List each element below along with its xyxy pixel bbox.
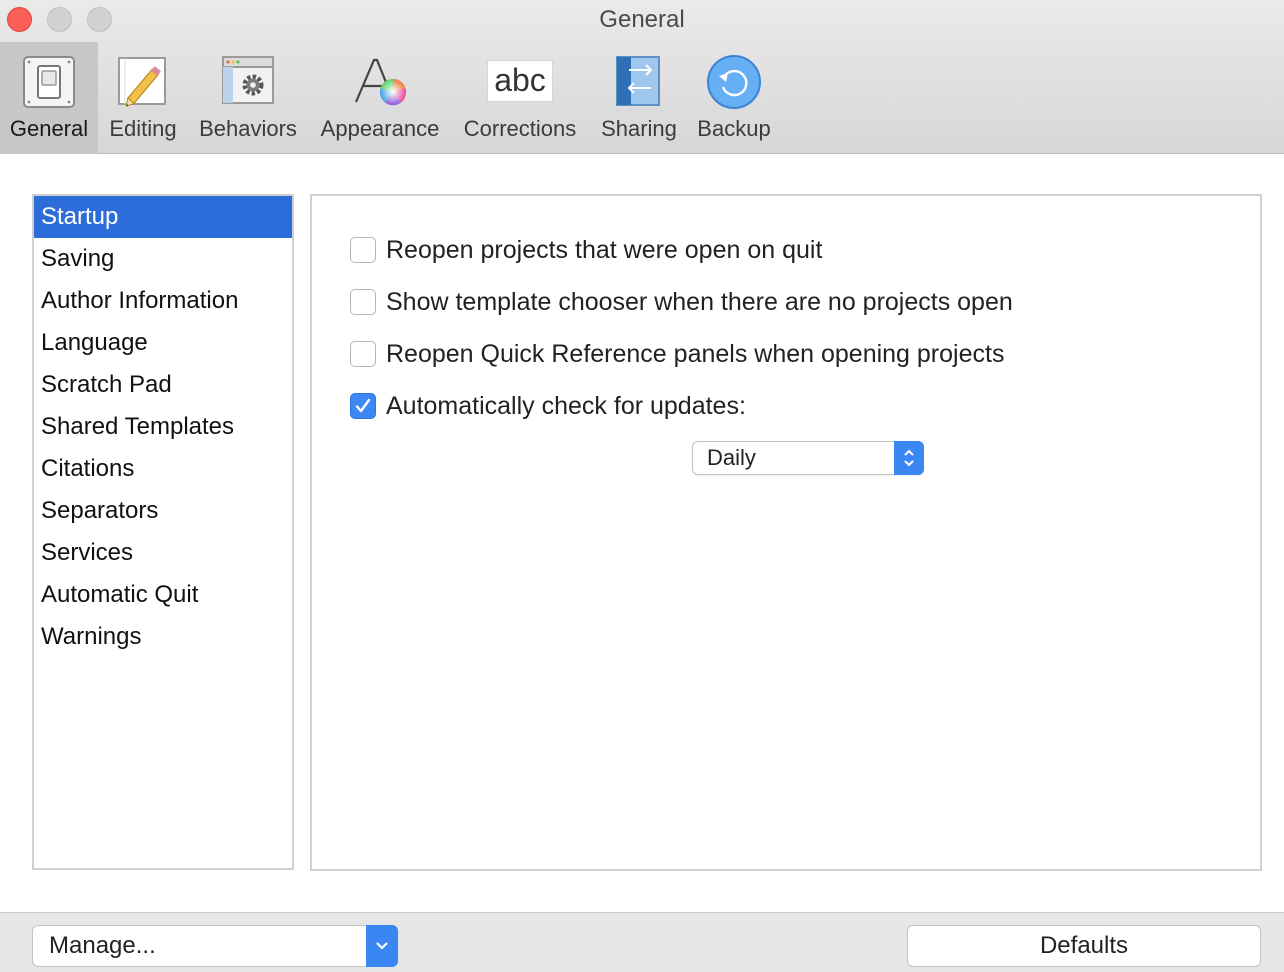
up-down-chevron-icon: [894, 441, 924, 475]
check-updates-checkbox[interactable]: [350, 393, 376, 419]
startup-panel: Reopen projects that were open on quit S…: [310, 194, 1262, 871]
show-template-chooser-label: Show template chooser when there are no …: [386, 287, 1013, 316]
checkmark-icon: [355, 398, 371, 413]
abc-icon: abc: [487, 60, 553, 102]
tab-corrections-label: Corrections: [463, 116, 577, 141]
manage-popup-button[interactable]: Manage...: [32, 925, 398, 967]
sidebar-item-citations[interactable]: Citations: [34, 448, 292, 490]
check-updates-label: Automatically check for updates:: [386, 391, 746, 420]
bottom-bar: Manage... Defaults: [0, 912, 1284, 972]
tab-sharing-label: Sharing: [601, 116, 677, 141]
option-reopen-projects[interactable]: Reopen projects that were open on quit: [350, 233, 822, 267]
tab-general[interactable]: General: [0, 42, 98, 154]
gear-window-icon: [222, 56, 274, 104]
reopen-quick-reference-checkbox[interactable]: [350, 341, 376, 367]
option-show-template-chooser[interactable]: Show template chooser when there are no …: [350, 285, 1013, 319]
tab-corrections[interactable]: abc Corrections: [452, 42, 588, 154]
sharing-icon: [616, 56, 660, 106]
sidebar-item-shared-templates[interactable]: Shared Templates: [34, 406, 292, 448]
tab-backup-label: Backup: [697, 116, 771, 141]
reopen-projects-label: Reopen projects that were open on quit: [386, 235, 823, 264]
backup-icon: [707, 55, 761, 109]
defaults-button[interactable]: Defaults: [907, 925, 1261, 967]
sidebar-item-saving[interactable]: Saving: [34, 238, 292, 280]
tab-general-label: General: [9, 116, 89, 141]
sidebar-item-warnings[interactable]: Warnings: [34, 616, 292, 658]
sidebar-item-startup[interactable]: Startup: [34, 196, 292, 238]
update-frequency-value: Daily: [707, 445, 756, 470]
tab-backup[interactable]: Backup: [690, 42, 778, 154]
reopen-projects-checkbox[interactable]: [350, 237, 376, 263]
tab-editing-label: Editing: [109, 116, 177, 141]
sidebar-item-scratch-pad[interactable]: Scratch Pad: [34, 364, 292, 406]
sidebar-item-services[interactable]: Services: [34, 532, 292, 574]
pencil-icon: [118, 57, 166, 107]
option-reopen-quick-reference[interactable]: Reopen Quick Reference panels when openi…: [350, 337, 1004, 371]
tab-appearance[interactable]: Appearance: [312, 42, 448, 154]
option-check-updates[interactable]: Automatically check for updates:: [350, 389, 746, 423]
show-template-chooser-checkbox[interactable]: [350, 289, 376, 315]
sidebar-item-automatic-quit[interactable]: Automatic Quit: [34, 574, 292, 616]
preferences-content: Startup Saving Author Information Langua…: [0, 154, 1284, 912]
font-color-icon: [354, 58, 407, 106]
sidebar-item-author-information[interactable]: Author Information: [34, 280, 292, 322]
chevron-down-icon: [366, 925, 398, 967]
reopen-quick-reference-label: Reopen Quick Reference panels when openi…: [386, 339, 1005, 368]
tab-sharing[interactable]: Sharing: [594, 42, 684, 154]
update-frequency-select[interactable]: Daily: [692, 441, 924, 475]
sidebar-item-language[interactable]: Language: [34, 322, 292, 364]
sidebar-item-separators[interactable]: Separators: [34, 490, 292, 532]
tab-behaviors-label: Behaviors: [199, 116, 297, 141]
switch-icon: [23, 56, 75, 108]
window-toolbar: General General Editing Behaviors Appear…: [0, 0, 1284, 154]
manage-label: Manage...: [49, 932, 156, 959]
tab-behaviors[interactable]: Behaviors: [192, 42, 304, 154]
tab-editing[interactable]: Editing: [100, 42, 186, 154]
sidebar: Startup Saving Author Information Langua…: [32, 194, 294, 870]
tab-appearance-label: Appearance: [320, 116, 440, 141]
window-title: General: [599, 6, 685, 33]
